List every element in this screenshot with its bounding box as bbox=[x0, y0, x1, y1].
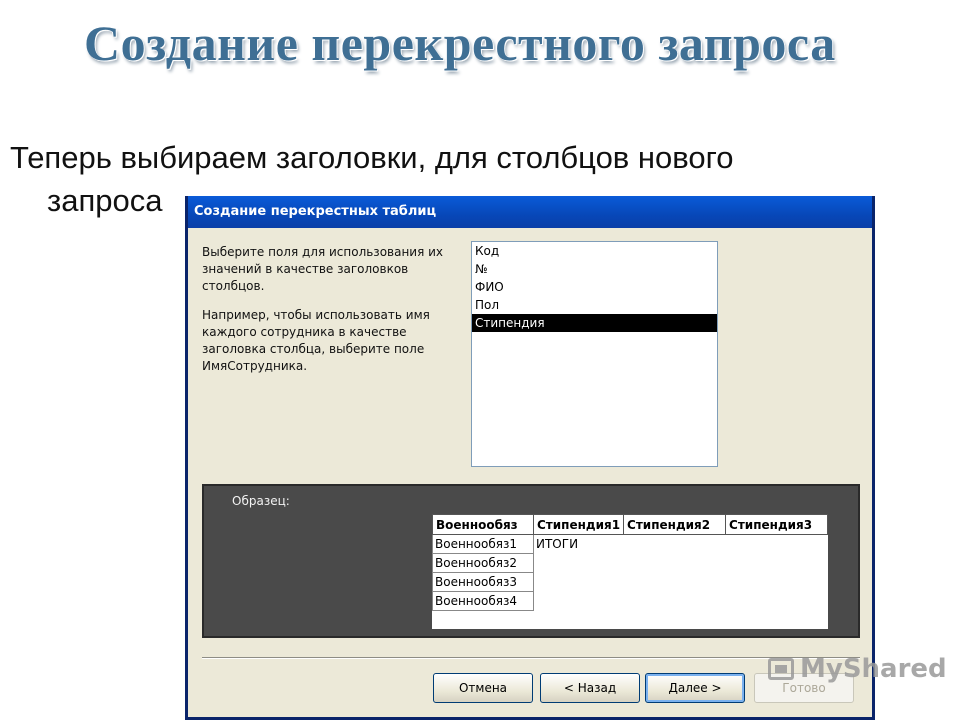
back-button[interactable]: < Назад bbox=[540, 673, 640, 703]
field-list[interactable]: Код № ФИО Пол Стипендия bbox=[471, 241, 718, 467]
field-item-pol[interactable]: Пол bbox=[472, 296, 717, 314]
grid-header: Стипендия1 bbox=[532, 514, 625, 535]
watermark: MyShared bbox=[768, 654, 947, 684]
field-item-stipendiya[interactable]: Стипендия bbox=[472, 314, 717, 332]
grid-row: Военнообяз4 bbox=[432, 591, 828, 611]
grid-row-header: Военнообяз4 bbox=[432, 591, 534, 611]
sample-preview: Образец: Военнообяз Стипендия1 Стипендия… bbox=[202, 484, 860, 638]
dialog-title: Создание перекрестных таблиц bbox=[188, 196, 872, 228]
cancel-button[interactable]: Отмена bbox=[433, 673, 533, 703]
grid-row-header: Военнообяз3 bbox=[432, 572, 534, 592]
sample-grid: Военнообяз Стипендия1 Стипендия2 Стипенд… bbox=[432, 514, 829, 629]
slide-text-line1: Теперь выбираем заголовки, для столбцов … bbox=[10, 140, 734, 175]
slide-title: Создание перекрестного запроса bbox=[84, 15, 836, 71]
grid-header-row: Военнообяз Стипендия1 Стипендия2 Стипенд… bbox=[432, 514, 829, 535]
grid-header: Стипендия2 bbox=[623, 514, 727, 535]
grid-row: Военнообяз3 bbox=[432, 572, 828, 592]
grid-row-header: Военнообяз2 bbox=[432, 553, 534, 573]
grid-row: Военнообяз1 ИТОГИ bbox=[432, 534, 828, 554]
instruction-text-2: Например, чтобы использовать имя каждого… bbox=[202, 308, 430, 373]
next-button[interactable]: Далее > bbox=[645, 673, 745, 703]
field-item-number[interactable]: № bbox=[472, 260, 717, 278]
sample-label: Образец: bbox=[232, 494, 290, 508]
field-item-kod[interactable]: Код bbox=[472, 242, 717, 260]
grid-header: Военнообяз bbox=[432, 514, 534, 535]
instructions: Выберите поля для использования их значе… bbox=[202, 244, 462, 387]
grid-row-header: Военнообяз1 bbox=[432, 534, 534, 554]
grid-header: Стипендия3 bbox=[725, 514, 829, 535]
watermark-text: MyShared bbox=[800, 654, 947, 684]
instruction-text-1: Выберите поля для использования их значе… bbox=[202, 245, 444, 293]
crosstab-wizard-dialog: Создание перекрестных таблиц Выберите по… bbox=[185, 196, 875, 720]
grid-totals-cell: ИТОГИ bbox=[536, 537, 579, 552]
watermark-icon bbox=[768, 658, 794, 680]
field-item-fio[interactable]: ФИО bbox=[472, 278, 717, 296]
grid-row: Военнообяз2 bbox=[432, 553, 828, 573]
button-separator bbox=[202, 657, 860, 659]
